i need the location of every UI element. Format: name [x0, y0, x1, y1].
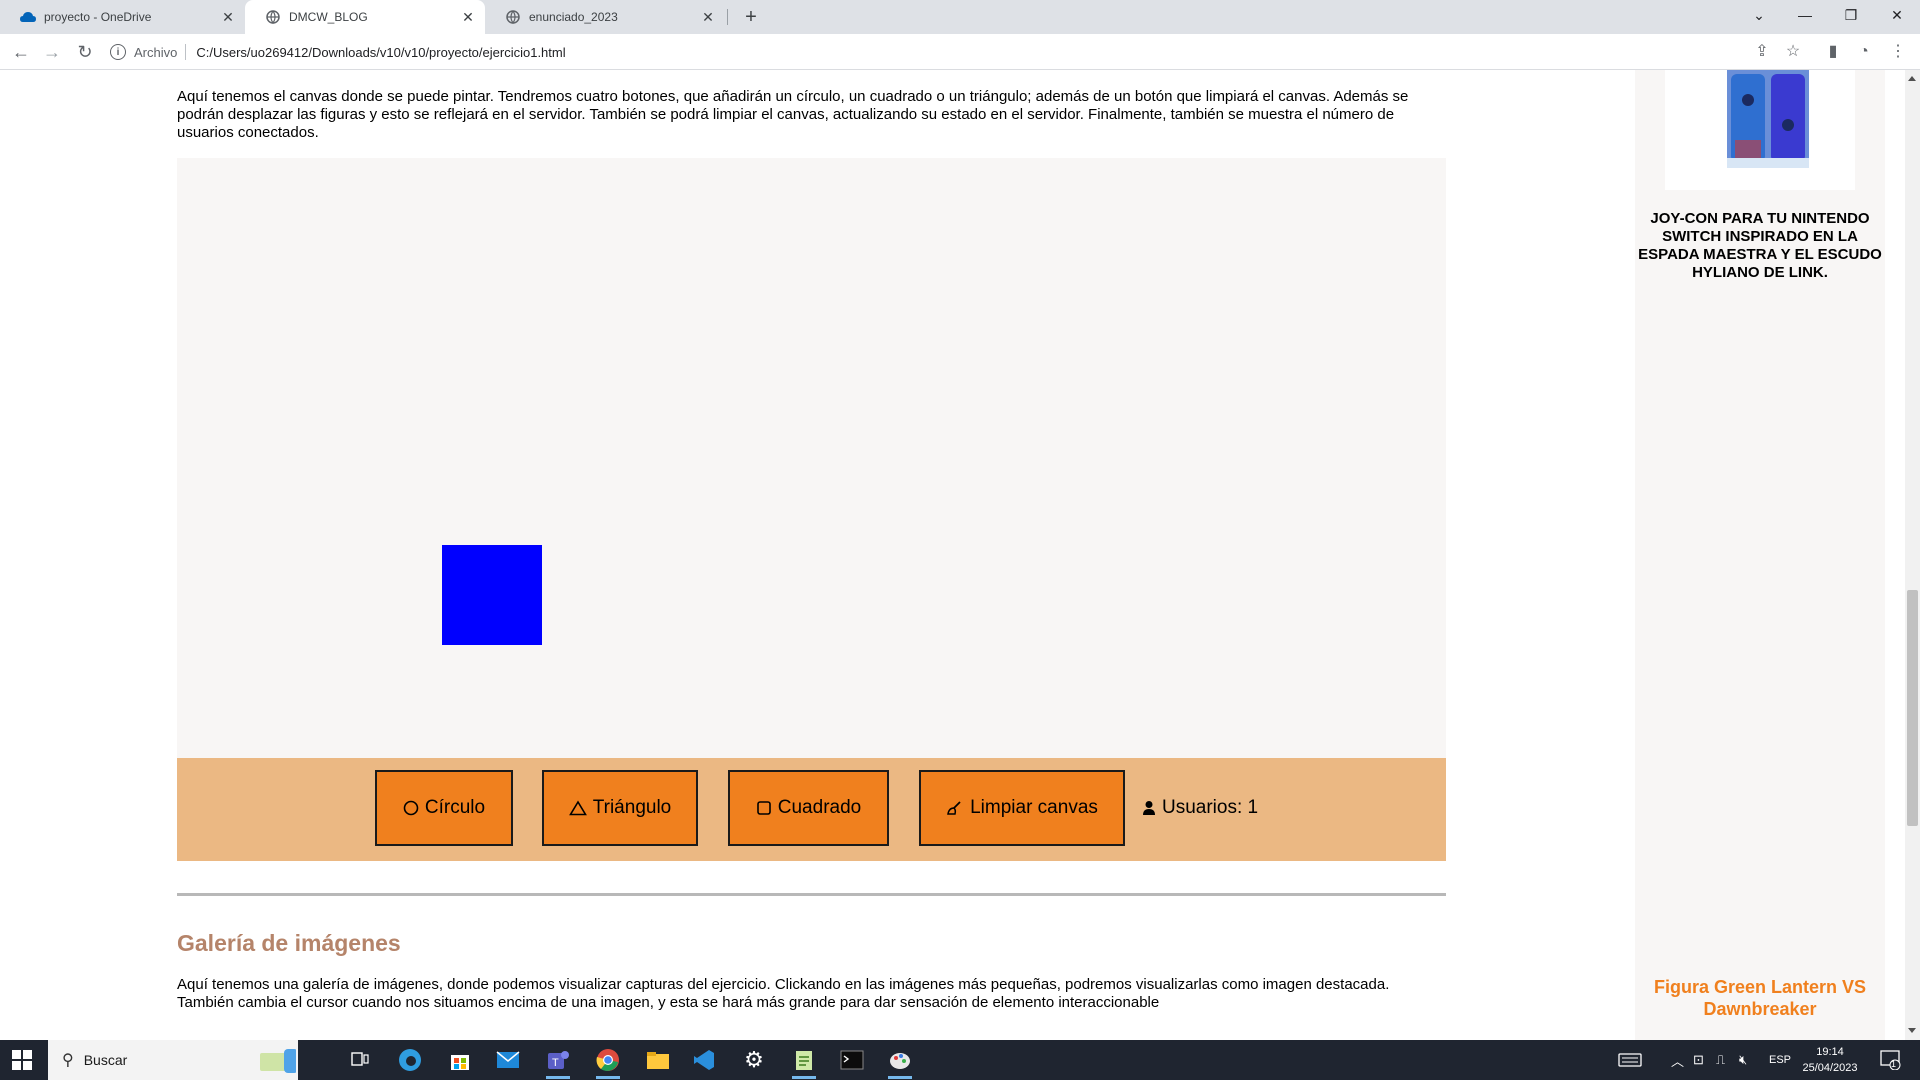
- mail-icon[interactable]: [488, 1044, 528, 1076]
- tab-label: DMCW_BLOG: [289, 10, 368, 24]
- menu-kebab-icon[interactable]: ⋮: [1886, 40, 1910, 64]
- bookmark-star-icon[interactable]: ☆: [1781, 40, 1805, 64]
- tab-separator: [727, 9, 728, 25]
- input-keyboard-icon[interactable]: [1618, 1040, 1642, 1080]
- user-icon: [1142, 800, 1156, 816]
- vscode-icon[interactable]: [684, 1044, 724, 1076]
- clear-canvas-label: Limpiar canvas: [970, 797, 1098, 818]
- product-sidebar: JOY-CON PARA TU NINTENDO SWITCH INSPIRAD…: [1635, 70, 1885, 1040]
- terminal-icon[interactable]: [832, 1044, 872, 1076]
- product-caption: JOY-CON PARA TU NINTENDO SWITCH INSPIRAD…: [1638, 210, 1882, 281]
- page-scrollbar[interactable]: [1905, 70, 1920, 1040]
- origin-label: Archivo: [134, 44, 178, 60]
- store-icon[interactable]: [440, 1044, 480, 1076]
- search-icon: ⚲: [62, 1052, 74, 1069]
- back-button[interactable]: ←: [9, 40, 33, 64]
- close-icon[interactable]: ✕: [219, 9, 237, 26]
- windows-taskbar: ⚲ Buscar T ⚙ ︿ ⊡ ⎍ 🔇︎ ESP 19:14 25/04/20…: [0, 1040, 1920, 1080]
- drawing-canvas[interactable]: [177, 158, 1446, 758]
- windows-start-icon[interactable]: [12, 1050, 32, 1070]
- onedrive-icon: [20, 9, 36, 25]
- globe-icon: [505, 9, 521, 25]
- search-highlight-icon[interactable]: [256, 1044, 296, 1076]
- language-indicator[interactable]: ESP: [1769, 1040, 1791, 1080]
- taskbar-search-placeholder: Buscar: [83, 1052, 128, 1068]
- circle-icon: [403, 800, 419, 816]
- tab-label: proyecto - OneDrive: [44, 10, 152, 24]
- triangle-icon: [568, 800, 587, 816]
- teams-icon[interactable]: T: [538, 1044, 578, 1079]
- circle-button-label: Círculo: [424, 797, 486, 818]
- tab-dmcw-blog[interactable]: DMCW_BLOG ✕: [245, 0, 485, 34]
- canvas-square-shape[interactable]: [442, 545, 542, 645]
- network-status-icon[interactable]: ⊡: [1693, 1040, 1704, 1080]
- globe-icon: [265, 9, 281, 25]
- info-icon[interactable]: i: [110, 44, 126, 60]
- square-icon: [756, 800, 772, 816]
- product-title-link[interactable]: Figura Green Lantern VS Dawnbreaker: [1635, 976, 1885, 1020]
- settings-gear-icon[interactable]: ⚙: [734, 1044, 774, 1076]
- scroll-up-icon[interactable]: [1908, 76, 1916, 81]
- url-text[interactable]: C:/Users/uo269412/Downloads/v10/v10/proy…: [196, 45, 565, 60]
- close-window-button[interactable]: ✕: [1874, 0, 1920, 30]
- scroll-down-icon[interactable]: [1908, 1028, 1916, 1033]
- paint-icon[interactable]: [880, 1044, 920, 1079]
- new-tab-button[interactable]: +: [738, 4, 764, 30]
- reload-button[interactable]: ↻: [73, 40, 97, 64]
- circle-button[interactable]: Círculo: [375, 770, 513, 846]
- triangle-button[interactable]: Triángulo: [542, 770, 698, 846]
- restore-button[interactable]: ❐: [1828, 0, 1874, 30]
- tab-enunciado[interactable]: enunciado_2023 ✕: [485, 0, 725, 34]
- section-divider: [177, 893, 1446, 896]
- svg-text:T: T: [552, 1057, 559, 1069]
- gallery-description: Aquí tenemos una galería de imágenes, do…: [177, 976, 1390, 1011]
- notepad-plus-icon[interactable]: [784, 1044, 824, 1079]
- joycon-product-image[interactable]: [1715, 70, 1815, 170]
- clock-date: 25/04/2023: [1802, 1062, 1858, 1074]
- broom-icon: [946, 800, 964, 816]
- minimize-button[interactable]: —: [1782, 0, 1828, 30]
- close-icon[interactable]: ✕: [459, 9, 477, 26]
- profile-icon[interactable]: ◔: [1852, 40, 1876, 64]
- tab-onedrive[interactable]: proyecto - OneDrive ✕: [0, 0, 245, 34]
- scroll-thumb[interactable]: [1907, 590, 1918, 826]
- gallery-title: Galería de imágenes: [177, 930, 401, 956]
- users-counter: Usuarios: 1: [1142, 770, 1258, 846]
- file-explorer-icon[interactable]: [638, 1044, 678, 1076]
- side-panel-icon[interactable]: ▮: [1821, 40, 1845, 64]
- notification-count: 1: [1891, 1059, 1897, 1069]
- task-view-icon[interactable]: [340, 1044, 380, 1076]
- browser-toolbar: ← → ↻ i Archivo C:/Users/uo269412/Downlo…: [0, 34, 1920, 70]
- clear-canvas-button[interactable]: Limpiar canvas: [919, 770, 1125, 846]
- address-bar[interactable]: i Archivo C:/Users/uo269412/Downloads/v1…: [110, 38, 1790, 66]
- omnibox-divider: [185, 44, 187, 60]
- notifications-icon[interactable]: 1: [1880, 1040, 1902, 1080]
- square-button-label: Cuadrado: [777, 797, 862, 818]
- page-viewport: Aquí tenemos el canvas donde se puede pi…: [0, 70, 1905, 1040]
- taskbar-clock[interactable]: 19:14 25/04/2023: [1790, 1044, 1870, 1076]
- edge-icon[interactable]: [390, 1044, 430, 1076]
- triangle-button-label: Triángulo: [592, 797, 672, 818]
- clock-time: 19:14: [1816, 1046, 1844, 1058]
- tab-label: enunciado_2023: [529, 10, 618, 24]
- speaker-muted-icon[interactable]: 🔇︎: [1739, 1040, 1747, 1080]
- forward-button[interactable]: →: [40, 40, 64, 64]
- wifi-icon[interactable]: ⎍: [1716, 1040, 1725, 1080]
- tray-chevron-icon[interactable]: ︿: [1671, 1040, 1684, 1080]
- canvas-intro-text: Aquí tenemos el canvas donde se puede pi…: [177, 88, 1409, 141]
- canvas-controls: Círculo Triángulo Cuadrado Limpiar canva…: [177, 758, 1446, 861]
- tab-search-button[interactable]: ⌄: [1736, 0, 1782, 30]
- chrome-icon[interactable]: [588, 1044, 628, 1079]
- tab-strip: proyecto - OneDrive ✕ DMCW_BLOG ✕ enunci…: [0, 0, 1920, 34]
- users-count-label: Usuarios: 1: [1162, 797, 1259, 818]
- product-card[interactable]: [1665, 70, 1855, 190]
- close-icon[interactable]: ✕: [699, 9, 717, 26]
- square-button[interactable]: Cuadrado: [728, 770, 889, 846]
- share-icon[interactable]: ⇪: [1750, 40, 1774, 64]
